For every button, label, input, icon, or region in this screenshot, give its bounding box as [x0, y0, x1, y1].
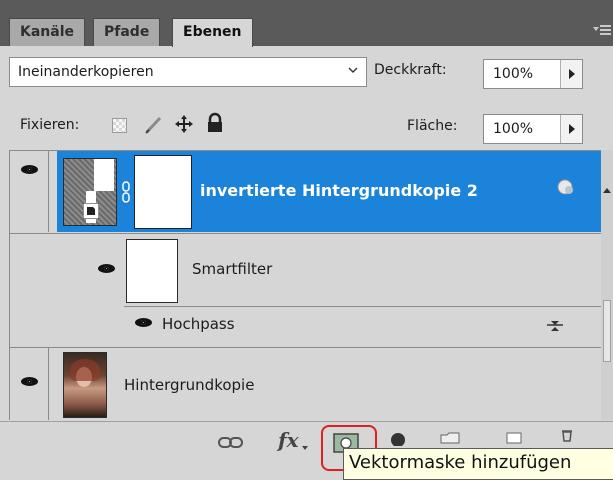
tab-ebenen[interactable]: Ebenen — [172, 18, 253, 47]
smartfilter-name: Smartfilter — [192, 260, 273, 278]
tooltip: Vektormaske hinzufügen — [343, 448, 613, 480]
opacity-slider-arrow[interactable] — [560, 60, 582, 88]
lock-all-padlock-icon[interactable] — [206, 112, 224, 134]
fill-value[interactable]: 100% — [493, 115, 533, 143]
tab-kanaele[interactable]: Kanäle — [9, 18, 86, 46]
layer-style-fx-button[interactable]: fx — [278, 428, 299, 452]
adjustment-layer-icon[interactable] — [390, 432, 406, 446]
layer-row-hintergrundkopie[interactable]: Hintergrundkopie — [10, 348, 603, 420]
scroll-up-arrow-icon[interactable] — [603, 188, 611, 193]
lock-pixels-brush-icon[interactable] — [143, 114, 165, 136]
mask-link-chain-icon[interactable] — [121, 181, 131, 203]
panel-tab-bar: Kanäle Pfade Ebenen — [0, 0, 613, 47]
filter-row-hochpass[interactable]: Hochpass — [10, 307, 603, 348]
layer-name[interactable]: invertierte Hintergrundkopie 2 — [200, 181, 478, 200]
smartfilter-visibility-eye-icon[interactable] — [97, 263, 117, 275]
opacity-label: Deckkraft: — [374, 62, 447, 78]
photo-thumbnail[interactable] — [63, 352, 107, 418]
blend-mode-select[interactable]: Ineinanderkopieren — [9, 57, 367, 87]
new-layer-icon[interactable] — [506, 432, 522, 444]
scrollbar-thumb[interactable] — [603, 300, 611, 362]
chevron-down-icon — [348, 67, 358, 73]
fill-label: Fläche: — [407, 118, 458, 134]
group-folder-icon[interactable] — [440, 432, 460, 444]
smart-object-thumbnail[interactable] — [63, 158, 117, 226]
layer-row-smart-object[interactable]: invertierte Hintergrundkopie 2 — [10, 151, 603, 234]
delete-trash-icon[interactable] — [560, 428, 574, 442]
lock-label: Fixieren: — [20, 117, 80, 133]
fx-dropdown-arrow-icon — [302, 446, 308, 450]
filter-name: Hochpass — [162, 315, 235, 333]
fill-slider-arrow[interactable] — [560, 115, 582, 143]
opacity-value[interactable]: 100% — [493, 60, 533, 88]
visibility-eye-icon[interactable] — [20, 164, 40, 176]
tab-pfade[interactable]: Pfade — [93, 18, 161, 46]
smart-object-badge-icon — [83, 203, 99, 219]
smartfilter-mask-thumbnail[interactable] — [126, 239, 178, 303]
opacity-field[interactable]: 100% — [483, 59, 583, 89]
hochpass-visibility-eye-icon[interactable] — [134, 317, 154, 329]
filter-blending-options-icon[interactable] — [546, 319, 564, 333]
lock-position-move-icon[interactable] — [173, 113, 195, 135]
layers-list: invertierte Hintergrundkopie 2 Smartfilt… — [9, 150, 603, 420]
visibility-eye-icon[interactable] — [20, 376, 40, 388]
layer-row-smartfilter[interactable]: Smartfilter — [10, 233, 603, 307]
layer-mask-thumbnail[interactable] — [134, 155, 192, 229]
layers-scrollbar[interactable] — [601, 150, 613, 420]
lock-transparency-icon[interactable] — [112, 118, 127, 133]
link-layers-icon[interactable] — [218, 436, 244, 450]
layer-name[interactable]: Hintergrundkopie — [124, 376, 254, 394]
fill-field[interactable]: 100% — [483, 114, 583, 144]
blend-mode-value: Ineinanderkopieren — [18, 64, 154, 80]
smart-object-options-icon[interactable] — [556, 178, 576, 198]
panel-menu-icon[interactable] — [593, 22, 611, 38]
